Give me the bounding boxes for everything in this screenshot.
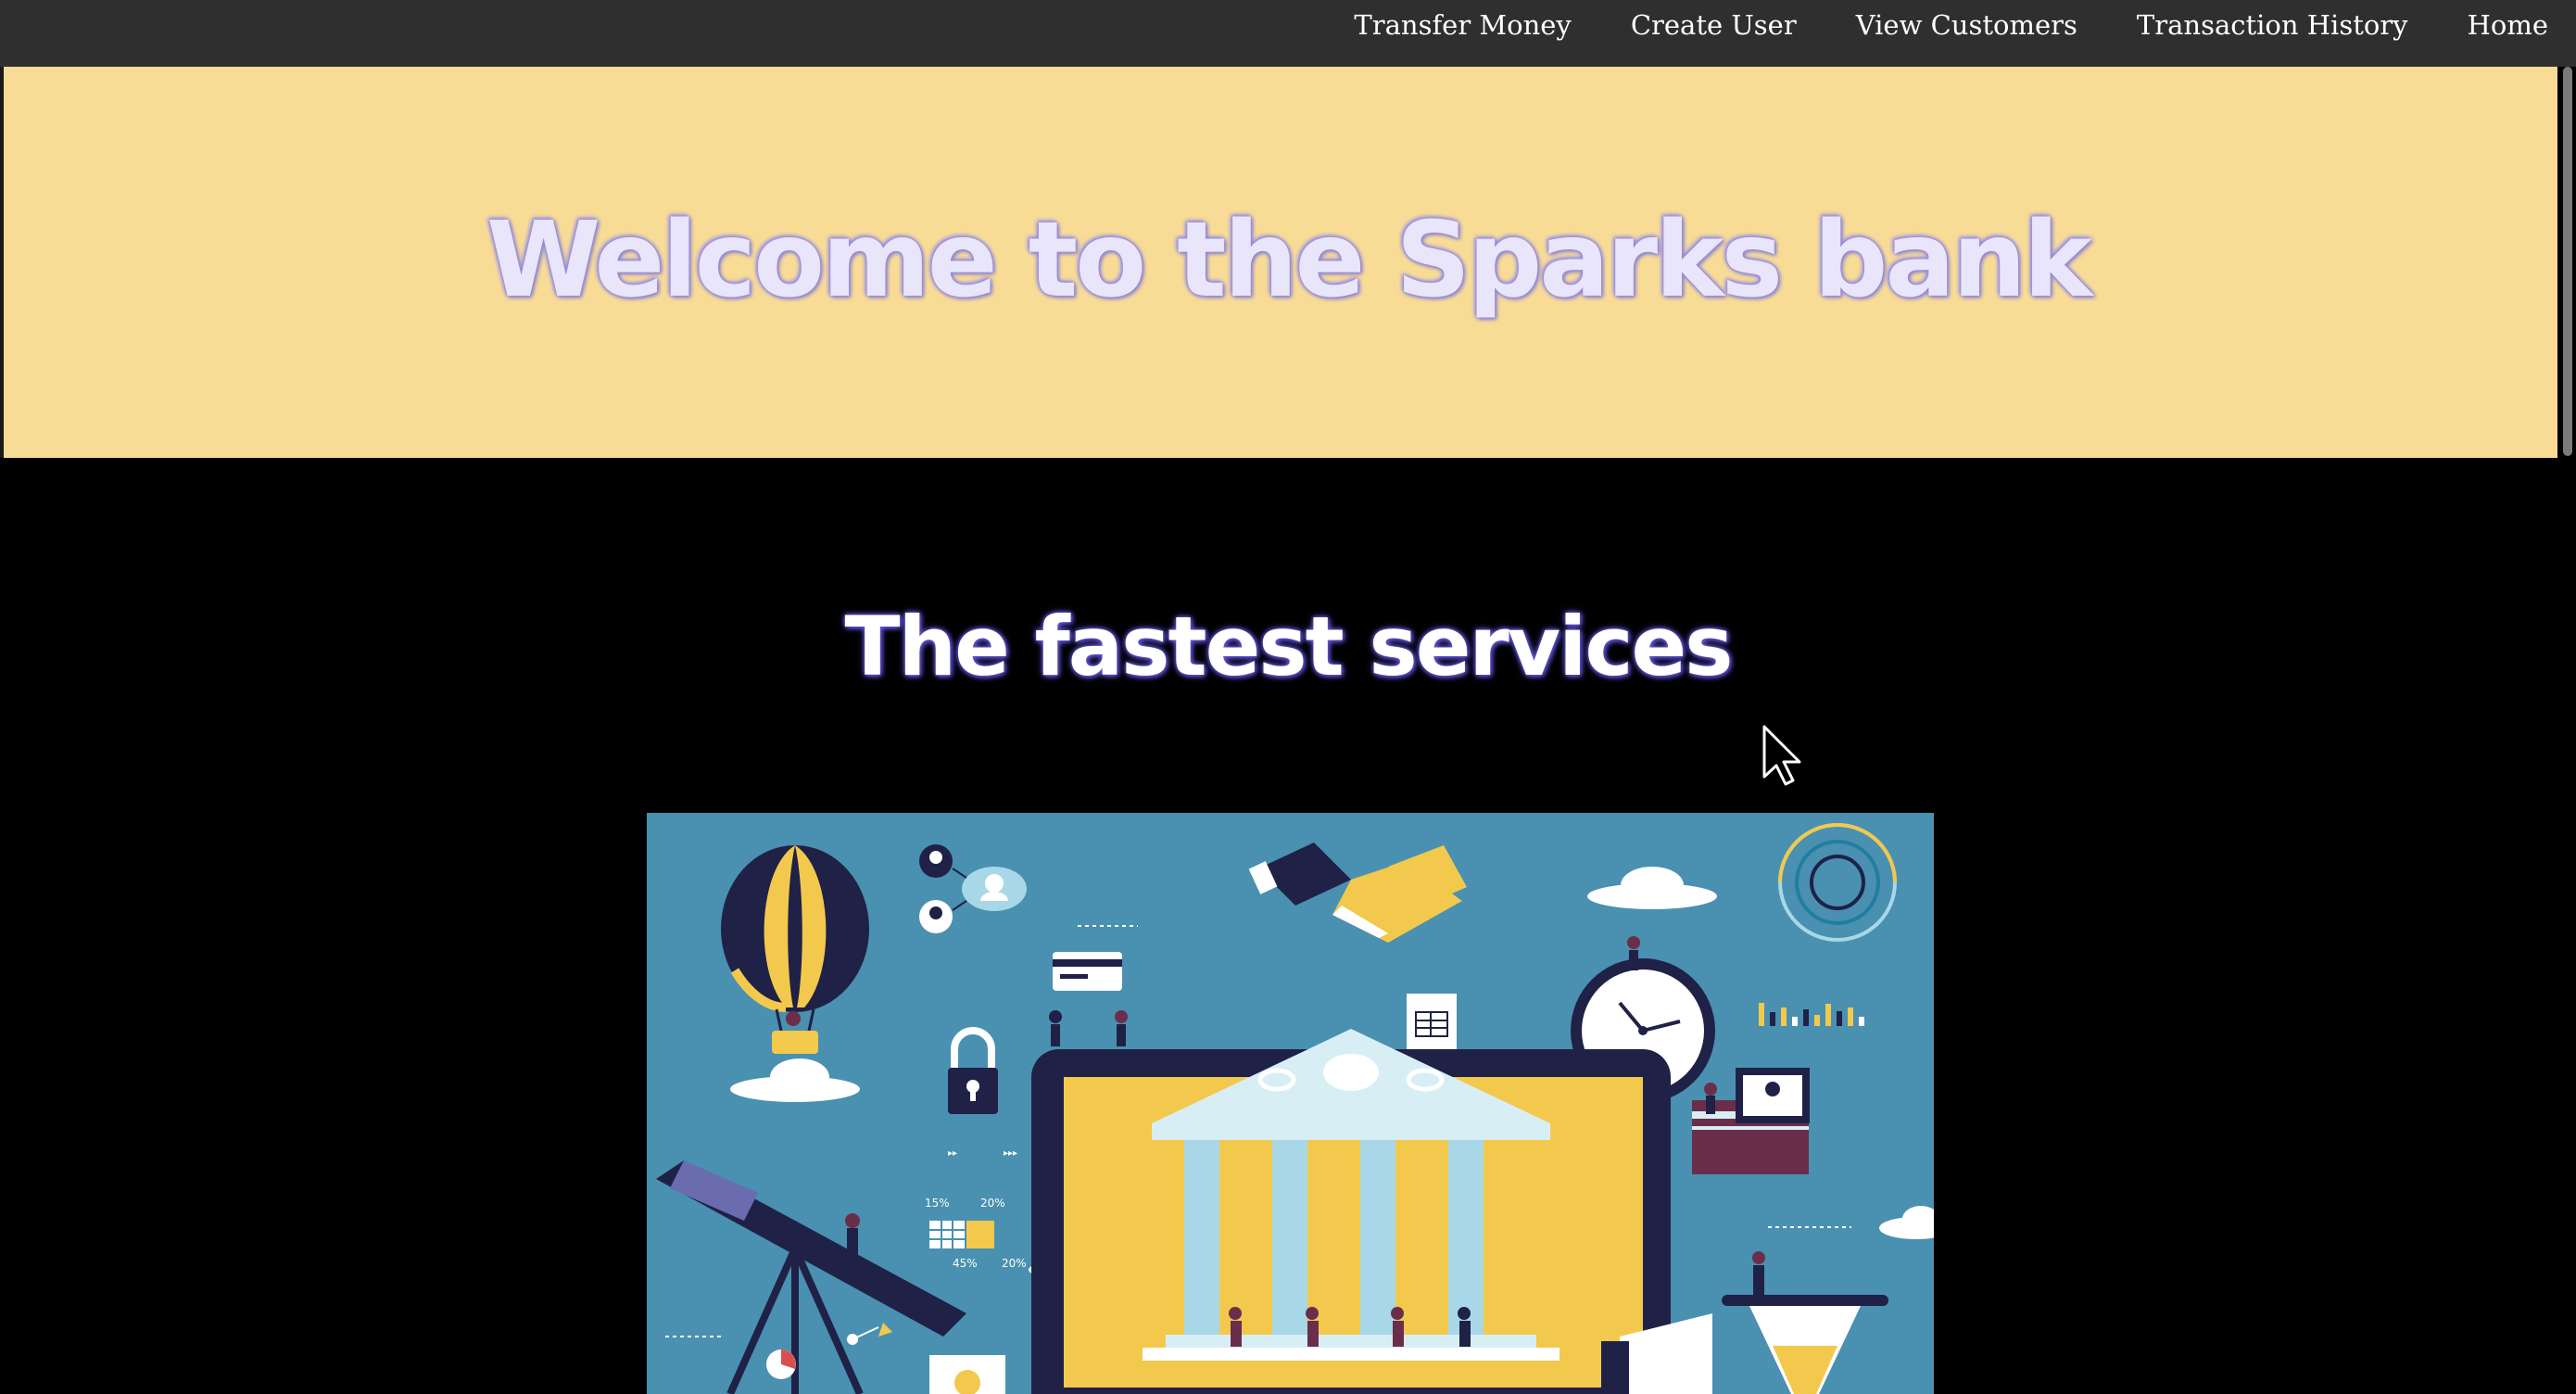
nav-link-home[interactable]: Home <box>2468 9 2548 41</box>
services-title: The fastest services <box>844 599 1733 694</box>
telescope-icon <box>656 1160 966 1394</box>
wallet-icon <box>1692 1068 1810 1174</box>
bar-chart-icon <box>1759 1003 1864 1026</box>
percentage-grid: 15% 20% 45% 20% <box>925 1197 1027 1270</box>
svg-text:▸▸▸: ▸▸▸ <box>1004 1148 1017 1159</box>
user-bubbles-icon <box>919 844 1027 933</box>
bank-building-icon <box>1031 1029 1671 1394</box>
top-navbar: Transfer Money Create User View Customer… <box>0 0 2576 67</box>
radar-icon <box>1778 823 1897 942</box>
page: Transfer Money Create User View Customer… <box>0 0 2576 1394</box>
nav-item-create-user: Create User <box>1631 9 1797 41</box>
hourglass-icon <box>1722 1251 1888 1394</box>
percent-label: 20% <box>1002 1257 1027 1270</box>
nav-link-view-customers[interactable]: View Customers <box>1856 9 2077 41</box>
coin-icon <box>929 1355 1005 1394</box>
nav-menu: Transfer Money Create User View Customer… <box>1354 0 2548 50</box>
nav-item-transfer-money: Transfer Money <box>1354 9 1571 41</box>
mouse-cursor-icon <box>1762 725 1801 786</box>
svg-text:▸▸: ▸▸ <box>948 1148 957 1159</box>
welcome-title: Welcome to the Sparks bank <box>486 200 2092 321</box>
nav-item-view-customers: View Customers <box>1856 9 2077 41</box>
nav-link-create-user[interactable]: Create User <box>1631 9 1797 41</box>
nav-link-transaction-history[interactable]: Transaction History <box>2137 9 2408 41</box>
credit-card-icon <box>1049 952 1128 1046</box>
nav-item-home: Home <box>2468 9 2548 41</box>
document-icon <box>1407 994 1457 1051</box>
banking-illustration: ▸▸ ▸▸▸ 15% 20% 45% 20% <box>647 813 1934 1394</box>
padlock-icon: ▸▸ ▸▸▸ <box>948 1027 1017 1159</box>
handshake-icon <box>1248 843 1467 943</box>
percent-label: 15% <box>925 1197 950 1210</box>
hot-air-balloon-icon <box>721 845 869 1054</box>
nav-link-transfer-money[interactable]: Transfer Money <box>1354 9 1571 41</box>
nav-item-transaction-history: Transaction History <box>2137 9 2408 41</box>
percent-label: 20% <box>980 1197 1005 1210</box>
scrollbar-thumb[interactable] <box>2563 67 2572 456</box>
percent-label: 45% <box>953 1257 978 1270</box>
